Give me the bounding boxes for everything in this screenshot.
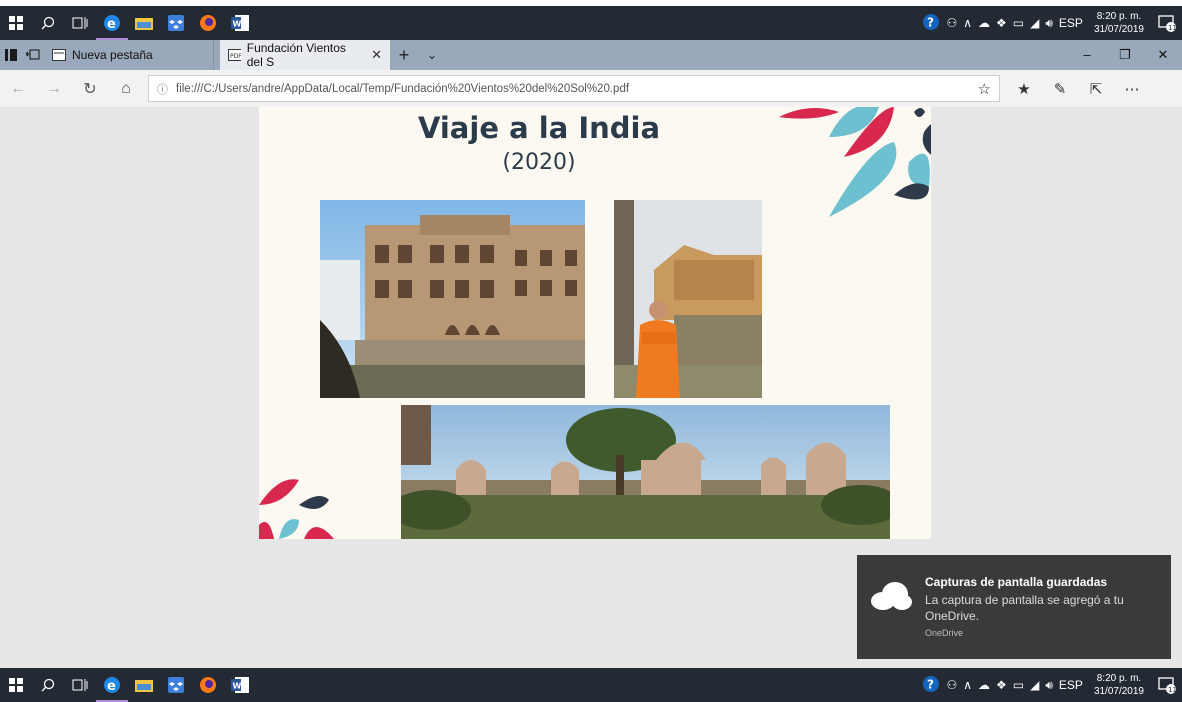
- tab-preview-icon[interactable]: [0, 40, 22, 70]
- action-center-icon[interactable]: 11: [1152, 668, 1182, 702]
- action-center-icon[interactable]: 11: [1152, 6, 1182, 40]
- info-icon[interactable]: ⓘ: [157, 81, 168, 97]
- close-window-button[interactable]: ✕: [1144, 47, 1182, 63]
- address-toolbar: ← → ↻ ⌂ ⓘ file:///C:/Users/andre/AppData…: [0, 70, 1182, 107]
- task-view-icon[interactable]: [64, 6, 96, 40]
- toast-title: Capturas de pantalla guardadas: [925, 575, 1108, 589]
- firefox-icon[interactable]: [192, 668, 224, 702]
- svg-text:W: W: [233, 20, 242, 29]
- battery-icon[interactable]: ▭: [1010, 16, 1027, 30]
- petal-decoration-bottom: [259, 479, 334, 539]
- firefox-icon[interactable]: [192, 6, 224, 40]
- tab-list-chevron-icon[interactable]: ⌄: [418, 48, 446, 62]
- onedrive-notification-toast[interactable]: Capturas de pantalla guardadas La captur…: [857, 555, 1171, 659]
- slide-subtitle: (2020): [502, 150, 576, 175]
- volume-icon[interactable]: 🔊︎: [1042, 678, 1056, 693]
- dropbox-tray-icon[interactable]: ❖: [993, 16, 1010, 30]
- word-icon[interactable]: W: [224, 668, 256, 702]
- language-indicator[interactable]: ESP: [1056, 678, 1086, 692]
- edge-icon[interactable]: e: [96, 6, 128, 40]
- onedrive-tray-icon[interactable]: ☁: [975, 16, 993, 30]
- pdf-slide: Viaje a la India (2020): [259, 107, 931, 539]
- tab-nueva-pestana[interactable]: Nueva pestaña: [44, 40, 214, 70]
- svg-text:?: ?: [927, 15, 934, 29]
- people-icon[interactable]: ⚇: [943, 16, 960, 30]
- clock-time: 8:20 p. m.: [1096, 11, 1142, 22]
- newtab-page-icon: [52, 49, 66, 61]
- clock-date: 31/07/2019: [1093, 24, 1144, 35]
- file-explorer-icon[interactable]: [128, 668, 160, 702]
- tab-label: Nueva pestaña: [72, 48, 153, 62]
- tab-label: Fundación Vientos del S: [246, 41, 346, 69]
- taskbar-bottom: e W ? ⚇ ∧ ☁ ❖ ▭ ◢ 🔊︎ ESP 8:20 p. m. 31/0…: [0, 668, 1182, 702]
- word-icon[interactable]: W: [224, 6, 256, 40]
- language-indicator[interactable]: ESP: [1056, 16, 1086, 30]
- clock-time: 8:20 p. m.: [1096, 673, 1142, 684]
- taskbar-top: e W ? ⚇ ∧ ☁ ❖ ▭ ◢ 🔊︎ ESP 8:20 p. m. 31/0…: [0, 6, 1182, 40]
- svg-text:W: W: [233, 682, 242, 691]
- temples-panorama-photo: [401, 405, 890, 539]
- notification-count: 11: [1168, 686, 1176, 694]
- search-icon[interactable]: [32, 668, 64, 702]
- toast-body: La captura de pantalla se agregó a tu On…: [925, 593, 1124, 623]
- pdf-viewer[interactable]: Viaje a la India (2020) Capturas de pant…: [0, 107, 1182, 668]
- volume-icon[interactable]: 🔊︎: [1042, 16, 1056, 31]
- notification-count: 11: [1168, 24, 1176, 32]
- onedrive-cloud-icon: [871, 582, 912, 610]
- refresh-button[interactable]: ↻: [72, 79, 108, 99]
- help-icon[interactable]: ?: [919, 13, 943, 34]
- svg-text:e: e: [107, 679, 116, 694]
- chevron-up-icon[interactable]: ∧: [960, 16, 975, 30]
- slide-title: Viaje a la India: [417, 111, 661, 145]
- close-tab-icon[interactable]: ✕: [371, 47, 382, 63]
- help-icon[interactable]: ?: [919, 675, 943, 696]
- clock[interactable]: 8:20 p. m. 31/07/2019: [1086, 10, 1152, 36]
- svg-text:?: ?: [927, 677, 934, 691]
- edge-icon[interactable]: e: [96, 668, 128, 702]
- new-tab-button[interactable]: +: [390, 45, 418, 66]
- dropbox-icon[interactable]: [160, 6, 192, 40]
- minimize-button[interactable]: –: [1068, 47, 1106, 63]
- wifi-icon[interactable]: ◢: [1027, 16, 1042, 30]
- onedrive-tray-icon[interactable]: ☁: [975, 678, 993, 692]
- pdf-document-icon: PDF: [228, 49, 241, 61]
- share-icon[interactable]: ⇱: [1078, 80, 1114, 98]
- web-note-icon[interactable]: ✎: [1042, 80, 1078, 98]
- favorite-star-icon[interactable]: ☆: [978, 80, 991, 98]
- dropbox-tray-icon[interactable]: ❖: [993, 678, 1010, 692]
- address-bar[interactable]: ⓘ file:///C:/Users/andre/AppData/Local/T…: [148, 75, 1000, 102]
- set-aside-tabs-icon[interactable]: [22, 40, 44, 70]
- browser-tab-bar: Nueva pestaña PDF Fundación Vientos del …: [0, 40, 1182, 70]
- dropbox-icon[interactable]: [160, 668, 192, 702]
- clock[interactable]: 8:20 p. m. 31/07/2019: [1086, 672, 1152, 698]
- svg-text:PDF: PDF: [230, 53, 241, 60]
- restore-button[interactable]: ❐: [1106, 47, 1144, 63]
- tab-pdf[interactable]: PDF Fundación Vientos del S ✕: [220, 40, 390, 70]
- people-icon[interactable]: ⚇: [943, 678, 960, 692]
- search-icon[interactable]: [32, 6, 64, 40]
- man-fort-photo: [614, 200, 762, 398]
- favorites-list-icon[interactable]: ★: [1006, 80, 1042, 98]
- more-options-icon[interactable]: ⋯: [1114, 80, 1150, 98]
- svg-text:e: e: [107, 17, 116, 32]
- forward-button[interactable]: →: [36, 80, 72, 98]
- palace-photo: [320, 200, 585, 398]
- clock-date: 31/07/2019: [1093, 686, 1144, 697]
- url-text[interactable]: file:///C:/Users/andre/AppData/Local/Tem…: [176, 83, 970, 95]
- home-button[interactable]: ⌂: [108, 80, 144, 98]
- windows-start-icon[interactable]: [0, 6, 32, 40]
- back-button[interactable]: ←: [0, 80, 36, 98]
- windows-start-icon[interactable]: [0, 668, 32, 702]
- file-explorer-icon[interactable]: [128, 6, 160, 40]
- chevron-up-icon[interactable]: ∧: [960, 678, 975, 692]
- battery-icon[interactable]: ▭: [1010, 678, 1027, 692]
- task-view-icon[interactable]: [64, 668, 96, 702]
- toast-source: OneDrive: [925, 628, 964, 638]
- wifi-icon[interactable]: ◢: [1027, 678, 1042, 692]
